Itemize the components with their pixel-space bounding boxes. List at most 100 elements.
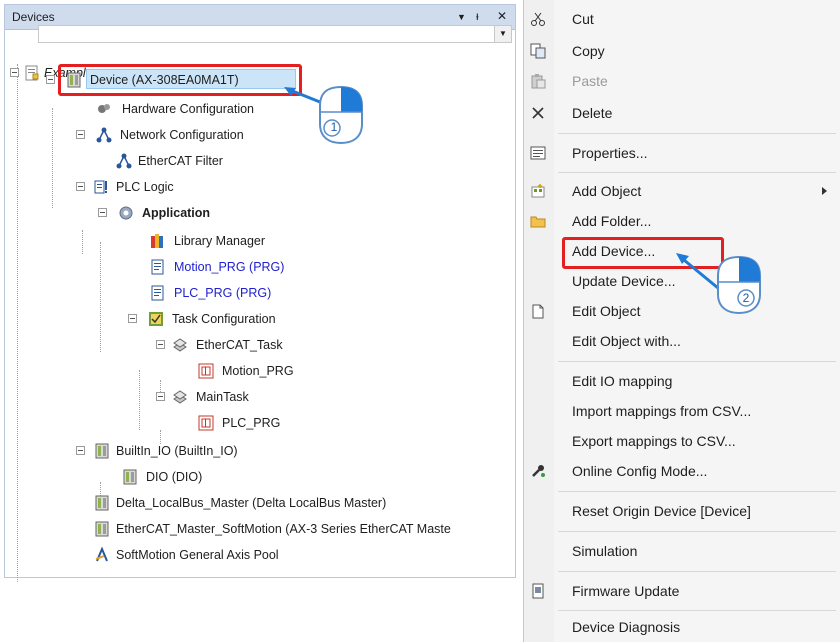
menu-item-paste: Paste xyxy=(524,66,840,96)
collapse-icon[interactable] xyxy=(10,68,19,77)
callout-2-number: 2 xyxy=(742,291,750,305)
softmotion-pool-label: SoftMotion General Axis Pool xyxy=(116,548,279,562)
tree-item-builtin-io[interactable]: BuiltIn_IO (BuiltIn_IO) xyxy=(76,440,336,462)
submenu-arrow-icon xyxy=(822,187,827,195)
menu-item-edit-object-with[interactable]: Edit Object with... xyxy=(524,326,840,356)
menu-item-add-object[interactable]: Add Object xyxy=(524,176,840,206)
device-diagnosis-label: Device Diagnosis xyxy=(572,619,681,635)
ethercat-task-label: EtherCAT_Task xyxy=(196,338,283,352)
collapse-icon[interactable] xyxy=(46,75,55,84)
edit-io-mapping-label: Edit IO mapping xyxy=(572,373,673,389)
tree-item-plc-prg[interactable]: PLC_PRG (PRG) xyxy=(144,282,344,304)
tree-item-network-configuration[interactable]: Network Configuration xyxy=(76,124,296,146)
collapse-icon[interactable] xyxy=(156,392,165,401)
task-configuration-label: Task Configuration xyxy=(172,312,276,326)
simulation-label: Simulation xyxy=(572,543,638,559)
copy-label: Copy xyxy=(572,43,605,59)
pin-icon[interactable]: ᵻ xyxy=(476,9,479,23)
tree-item-plc-prg-call[interactable]: PLC_PRG xyxy=(194,412,354,434)
menu-separator xyxy=(558,361,836,362)
menu-item-device-diagnosis[interactable]: Device Diagnosis xyxy=(524,612,840,642)
edit-object-label: Edit Object xyxy=(572,303,641,319)
collapse-icon[interactable] xyxy=(76,130,85,139)
menu-item-delete[interactable]: Delete xyxy=(524,98,840,128)
menu-separator xyxy=(558,571,836,572)
tree-item-ethercat-task[interactable]: EtherCAT_Task xyxy=(156,334,356,356)
panel-menu-dropdown-icon[interactable]: ▼ xyxy=(457,12,466,22)
collapse-icon[interactable] xyxy=(128,314,137,323)
plc-prg-label: PLC_PRG (PRG) xyxy=(174,286,272,300)
tree-item-application[interactable]: Application xyxy=(98,202,298,224)
network-configuration-label: Network Configuration xyxy=(120,128,244,142)
menu-item-reset-origin-device[interactable]: Reset Origin Device [Device] xyxy=(524,496,840,526)
tree-item-library-manager[interactable]: Library Manager xyxy=(144,230,344,252)
tree-item-softmotion-pool[interactable]: SoftMotion General Axis Pool xyxy=(90,544,390,566)
menu-separator xyxy=(558,491,836,492)
collapse-icon[interactable] xyxy=(156,340,165,349)
motion-prg-call-label: Motion_PRG xyxy=(222,364,294,378)
program-call-icon xyxy=(198,363,214,379)
scissors-icon xyxy=(531,12,545,26)
axis-pool-icon xyxy=(95,547,108,562)
import-mappings-label: Import mappings from CSV... xyxy=(572,403,752,419)
add-object-icon xyxy=(531,184,545,198)
menu-item-copy[interactable]: Copy xyxy=(524,36,840,66)
plc-logic-icon xyxy=(94,180,107,194)
network-icon xyxy=(116,153,132,169)
update-device-label: Update Device... xyxy=(572,273,676,289)
gear-icon xyxy=(119,206,133,220)
network-icon xyxy=(96,127,112,143)
menu-item-add-folder[interactable]: Add Folder... xyxy=(524,206,840,236)
program-call-icon xyxy=(198,415,214,431)
menu-item-cut[interactable]: Cut xyxy=(524,4,840,34)
menu-item-export-mappings[interactable]: Export mappings to CSV... xyxy=(524,426,840,456)
properties-icon xyxy=(530,146,546,160)
paste-icon xyxy=(531,74,546,89)
application-label: Application xyxy=(142,206,211,220)
tree-item-main-task[interactable]: MainTask xyxy=(156,386,356,408)
menu-separator xyxy=(558,531,836,532)
menu-item-import-mappings[interactable]: Import mappings from CSV... xyxy=(524,396,840,426)
tree-item-dio[interactable]: DIO (DIO) xyxy=(118,466,318,488)
collapse-icon[interactable] xyxy=(76,182,85,191)
tree-item-hardware-configuration[interactable]: Hardware Configuration xyxy=(82,98,302,120)
tree-item-ethercat-filter[interactable]: EtherCAT Filter xyxy=(112,150,312,172)
motion-prg-label: Motion_PRG (PRG) xyxy=(174,260,285,274)
delete-label: Delete xyxy=(572,105,613,121)
tree-item-ethercat-master[interactable]: EtherCAT_Master_SoftMotion (AX-3 Series … xyxy=(90,518,514,540)
tree-item-motion-prg-call[interactable]: Motion_PRG xyxy=(194,360,354,382)
edit-object-with-label: Edit Object with... xyxy=(572,333,681,349)
mouse-callout-1-icon xyxy=(319,85,363,145)
menu-item-firmware-update[interactable]: Firmware Update xyxy=(524,576,840,606)
mouse-callout-2-icon xyxy=(717,255,761,315)
menu-item-properties[interactable]: Properties... xyxy=(524,138,840,168)
wrench-icon xyxy=(532,465,545,477)
menu-item-edit-io-mapping[interactable]: Edit IO mapping xyxy=(524,366,840,396)
tree-item-plc-logic[interactable]: PLC Logic xyxy=(76,176,276,198)
menu-separator xyxy=(558,172,836,173)
edit-object-icon xyxy=(532,304,544,319)
main-task-label: MainTask xyxy=(196,390,249,404)
online-config-mode-label: Online Config Mode... xyxy=(572,463,708,479)
menu-item-edit-object[interactable]: Edit Object xyxy=(524,296,840,326)
ethercat-master-label: EtherCAT_Master_SoftMotion (AX-3 Series … xyxy=(116,522,451,536)
menu-item-simulation[interactable]: Simulation xyxy=(524,536,840,566)
hardware-configuration-label: Hardware Configuration xyxy=(122,102,255,116)
context-menu: Cut Copy Paste Delete Properties... Add … xyxy=(523,0,840,642)
firmware-icon xyxy=(532,583,544,599)
properties-label: Properties... xyxy=(572,145,648,161)
library-icon xyxy=(151,234,163,248)
tree-item-motion-prg[interactable]: Motion_PRG (PRG) xyxy=(144,256,344,278)
tree-item-delta-localbus[interactable]: Delta_LocalBus_Master (Delta LocalBus Ma… xyxy=(90,492,510,514)
menu-separator xyxy=(558,133,836,134)
task-icon xyxy=(173,338,187,352)
device-icon xyxy=(95,521,109,537)
callout-1-number: 1 xyxy=(330,120,338,134)
collapse-icon[interactable] xyxy=(76,446,85,455)
tree-item-task-configuration[interactable]: Task Configuration xyxy=(128,308,348,330)
close-icon[interactable]: ✕ xyxy=(497,9,507,23)
library-manager-label: Library Manager xyxy=(174,234,266,248)
menu-item-online-config-mode[interactable]: Online Config Mode... xyxy=(524,456,840,486)
delta-localbus-label: Delta_LocalBus_Master (Delta LocalBus Ma… xyxy=(116,496,387,510)
collapse-icon[interactable] xyxy=(98,208,107,217)
